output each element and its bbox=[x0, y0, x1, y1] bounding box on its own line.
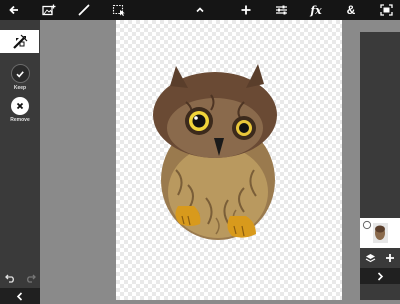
chevron-right-icon bbox=[377, 271, 384, 281]
add-layer-icon[interactable] bbox=[385, 253, 395, 263]
left-tool-panel: Keep Remove bbox=[0, 20, 40, 304]
blend-button[interactable]: & bbox=[340, 0, 362, 20]
layer-tools bbox=[360, 248, 400, 268]
chevron-up-icon bbox=[196, 7, 204, 13]
redo-icon[interactable] bbox=[25, 273, 36, 283]
selection-button[interactable] bbox=[108, 0, 130, 20]
undo-redo-group bbox=[0, 268, 40, 288]
add-image-icon bbox=[42, 4, 56, 16]
fx-icon: fx bbox=[310, 3, 322, 17]
back-arrow-icon bbox=[9, 5, 18, 15]
plus-icon bbox=[241, 5, 251, 15]
brush-button[interactable] bbox=[73, 0, 95, 20]
remove-circle bbox=[11, 97, 29, 115]
magic-extract-icon bbox=[12, 34, 27, 49]
tool-preview[interactable] bbox=[0, 30, 39, 53]
add-image-button[interactable] bbox=[38, 0, 60, 20]
fit-screen-icon bbox=[379, 4, 393, 16]
brush-icon bbox=[78, 4, 90, 16]
add-button[interactable] bbox=[235, 0, 257, 20]
effects-button[interactable]: fx bbox=[305, 0, 327, 20]
fit-screen-button[interactable] bbox=[375, 0, 397, 20]
collapse-left-panel-button[interactable] bbox=[0, 288, 40, 304]
right-layers-panel bbox=[360, 32, 400, 300]
layer-thumbnail[interactable] bbox=[360, 218, 400, 248]
keep-label: Keep bbox=[13, 85, 27, 91]
layer-thumbnail-image bbox=[362, 220, 388, 243]
chevron-left-icon bbox=[16, 291, 23, 301]
adjustments-button[interactable] bbox=[270, 0, 292, 20]
keep-button[interactable]: Keep bbox=[0, 64, 40, 96]
collapse-right-panel-button[interactable] bbox=[360, 268, 400, 284]
selection-icon bbox=[112, 4, 125, 16]
checkmark-icon bbox=[16, 70, 24, 78]
collapse-toolbar-button[interactable] bbox=[189, 0, 211, 20]
top-toolbar: fx & bbox=[0, 0, 400, 20]
adjustments-icon bbox=[275, 5, 287, 15]
layers-icon[interactable] bbox=[365, 253, 376, 263]
remove-label: Remove bbox=[10, 117, 30, 123]
back-button[interactable] bbox=[3, 0, 25, 20]
undo-icon[interactable] bbox=[4, 273, 16, 283]
close-icon bbox=[16, 102, 24, 110]
image-canvas[interactable] bbox=[116, 20, 342, 300]
keep-circle bbox=[10, 64, 30, 83]
ampersand-icon: & bbox=[346, 3, 356, 17]
remove-button[interactable]: Remove bbox=[0, 97, 40, 129]
owl-figurine-image bbox=[153, 64, 277, 240]
